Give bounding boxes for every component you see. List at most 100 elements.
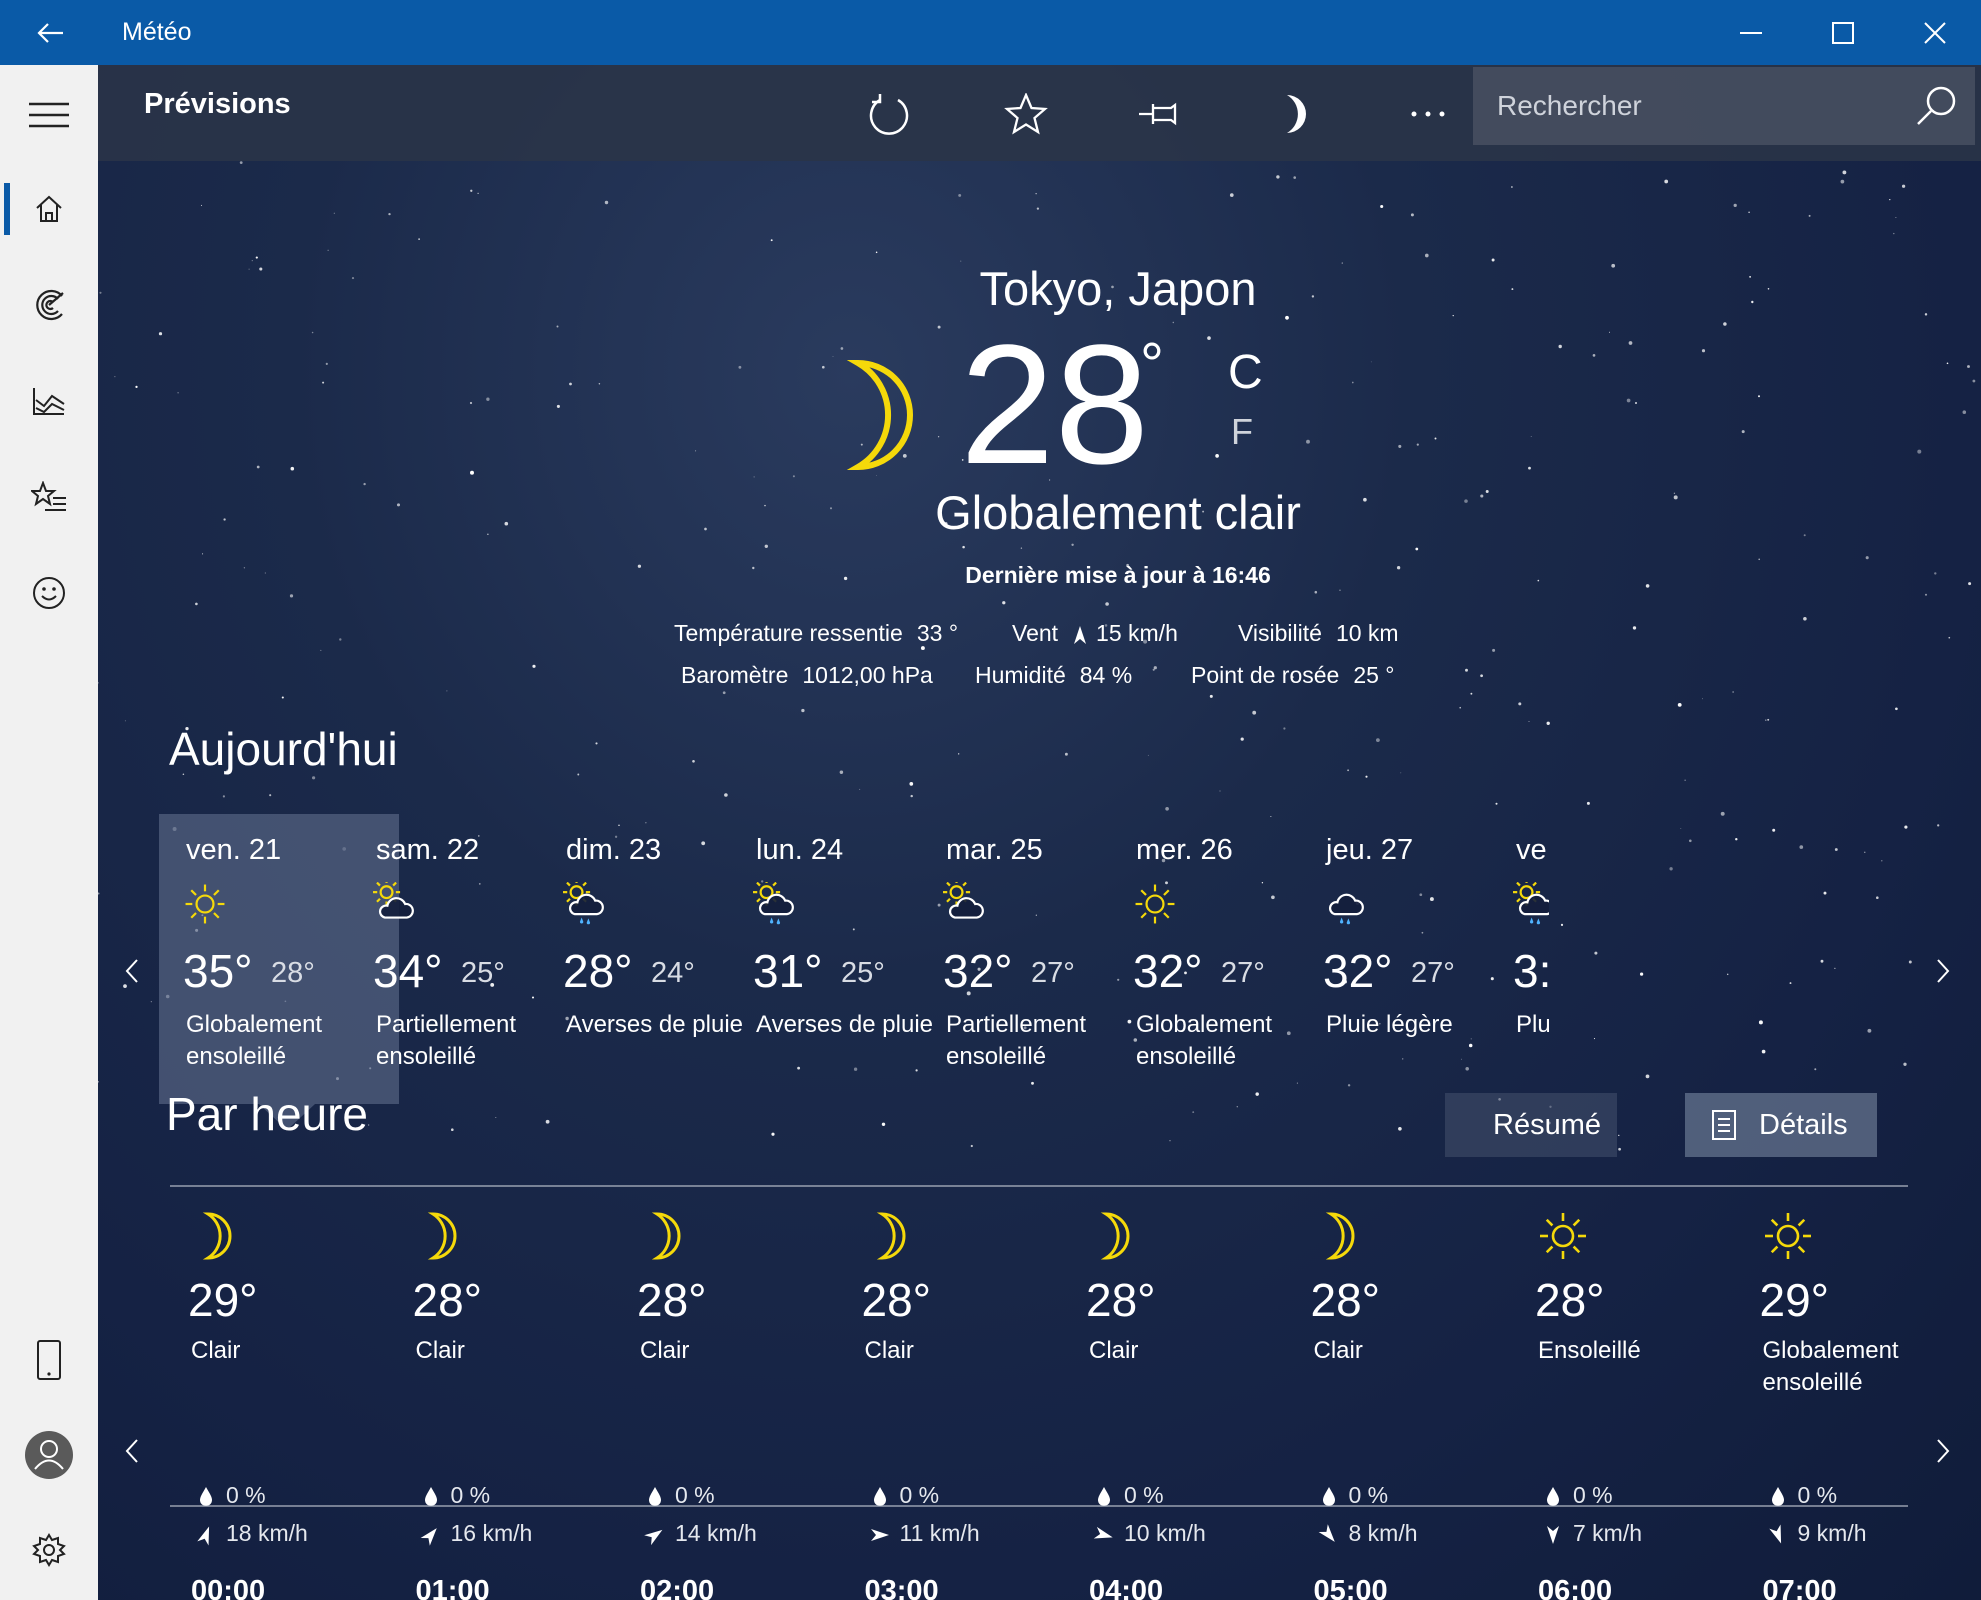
unit-celsius[interactable]: C [1228,345,1263,400]
sun-showers-icon [563,878,604,925]
details-label: Détails [1759,1108,1848,1141]
details-list-icon [1712,1110,1736,1140]
title-bar: Météo [0,0,1981,65]
hour-condition: Clair [191,1337,241,1364]
hour-temperature: 28° [1310,1274,1381,1326]
day-icon [373,878,417,931]
command-bar: Prévisions [98,65,1981,161]
hourly-bottom-divider [170,1505,1908,1507]
back-button[interactable] [0,0,100,65]
nav-favorites[interactable] [0,457,98,537]
day-high: 35° [183,945,253,997]
daily-prev-button[interactable] [112,941,152,1001]
favorites-list-icon [31,481,66,511]
main-content: Prévisions Tokyo, Japon 28 ° C F Globale… [98,65,1981,1600]
details-button[interactable]: Détails [1685,1093,1877,1157]
hour-column: 29° Globalement ensoleillé 0 % 9 km/h 07:00 [1742,1195,1942,1600]
wind: Vent 15 km/h [1012,620,1178,647]
day-name: dim. 23 [566,834,662,866]
feels-like-value: 33 ° [916,620,959,646]
wind-direction-icon [197,1526,210,1546]
hour-wind-value: 18 km/h [226,1520,308,1546]
minimize-button[interactable] [1705,0,1797,65]
hour-temperature: 28° [1535,1274,1605,1326]
daily-forecast-strip: ven. 21 35° 28° Globalement ensoleillé sam. … [159,749,1930,1169]
moon-icon [876,1212,905,1260]
hour-icon [1313,1210,1365,1267]
day-icon [753,878,797,931]
daily-next-button[interactable] [1923,941,1963,1001]
nav-feedback[interactable] [0,553,98,633]
sun-icon [1135,884,1175,924]
hourly-prev-button[interactable] [112,1421,152,1481]
unit-fahrenheit[interactable]: F [1231,411,1253,453]
hour-wind-value: 14 km/h [675,1520,757,1546]
nav-device[interactable] [0,1320,98,1400]
day-high: 32° [1323,945,1393,997]
hour-wind: 9 km/h [1768,1520,1867,1547]
hour-condition: Clair [1313,1337,1363,1364]
search-input[interactable] [1495,89,1899,123]
hour-wind: 11 km/h [870,1520,980,1547]
app-title: Météo [122,18,192,46]
moon-icon [1287,95,1306,133]
day-name: mar. 25 [946,834,1043,866]
hour-condition: Ensoleillé [1538,1337,1641,1364]
hour-column: 28° Clair 0 % 8 km/h 05:00 [1293,1195,1493,1600]
hour-icon [1537,1210,1589,1267]
day-icon [1513,878,1549,931]
phone-icon [37,1340,61,1380]
moon-icon [1100,1212,1130,1260]
hour-wind: 16 km/h [420,1520,532,1547]
star-icon [1004,93,1048,135]
favorite-button[interactable] [994,85,1058,143]
hour-icon [1762,1210,1814,1267]
more-button[interactable] [1396,85,1460,143]
back-arrow-icon [37,22,63,43]
minimize-icon [1740,31,1762,34]
day-high: 34° [373,945,443,997]
pin-button[interactable] [1128,85,1192,143]
summary-button[interactable]: Résumé [1445,1093,1617,1157]
wind-direction-icon [644,1529,663,1545]
menu-button[interactable] [0,75,98,155]
humidity-value: 84 % [1079,662,1133,688]
close-button[interactable] [1889,0,1981,65]
hourly-next-button[interactable] [1923,1421,1963,1481]
day-low: 25° [461,957,505,989]
refresh-button[interactable] [858,85,922,143]
search-icon[interactable] [1915,85,1957,127]
settings-button[interactable] [0,1510,98,1590]
day-high: 31° [753,945,823,997]
hour-condition: Clair [864,1337,914,1364]
hour-temperature: 28° [861,1274,932,1326]
account-button[interactable] [0,1415,98,1495]
day-high: 32° [943,945,1013,997]
partly-cloudy-icon [943,878,984,919]
pin-icon [1139,102,1177,126]
theme-button[interactable] [1262,85,1326,143]
sun-icon [1764,1213,1811,1259]
maximize-icon [1832,21,1854,44]
day-card[interactable]: ve 3: Plu [1489,814,1549,1104]
maximize-button[interactable] [1797,0,1889,65]
day-icon [563,878,607,931]
dew-point: Point de rosée 25 ° [1191,662,1395,689]
nav-maps[interactable] [0,265,98,345]
nav-historical[interactable] [0,361,98,441]
hour-condition: Clair [1089,1337,1139,1364]
gear-icon [32,1533,66,1567]
hour-column: 28° Ensoleillé 0 % 7 km/h 06:00 [1517,1195,1717,1600]
day-high: 32° [1133,945,1203,997]
hour-temperature: 28° [637,1274,707,1326]
hour-column: 28° Clair 0 % 14 km/h 02:00 [619,1195,819,1600]
nav-forecast[interactable] [0,169,98,249]
hour-wind: 8 km/h [1318,1520,1418,1547]
close-icon [1924,21,1946,44]
hour-column: 28° Clair 0 % 16 km/h 01:00 [395,1195,595,1600]
radar-icon [36,289,64,321]
day-name: jeu. 27 [1326,834,1414,866]
summary-label: Résumé [1493,1108,1601,1141]
day-high: 28° [563,945,633,997]
hour-column: 28° Clair 0 % 11 km/h 03:00 [844,1195,1044,1600]
